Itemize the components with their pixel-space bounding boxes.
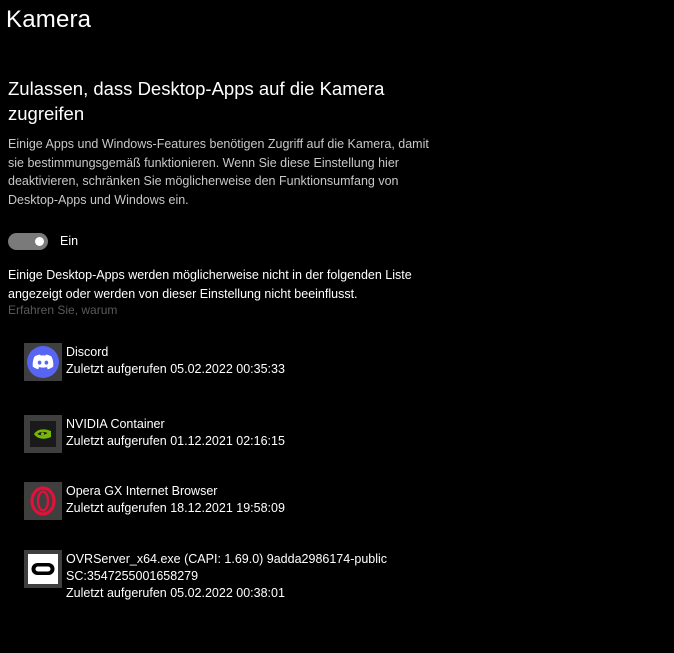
app-last-access: Zuletzt aufgerufen 18.12.2021 19:58:09 — [66, 501, 285, 515]
app-sub: SC:3547255001658279 — [66, 569, 199, 583]
opera-gx-icon — [24, 482, 62, 520]
toggle-state-label: Ein — [60, 234, 79, 248]
section-heading: Zulassen, dass Desktop-Apps auf die Kame… — [8, 78, 385, 124]
toggle-knob — [35, 236, 44, 246]
section-description: Einige Apps und Windows-Features benötig… — [8, 137, 429, 207]
app-text: Discord Zuletzt aufgerufen 05.02.2022 00… — [66, 343, 285, 378]
nvidia-icon — [24, 415, 62, 453]
app-name: OVRServer_x64.exe (CAPI: 1.69.0) 9adda29… — [66, 552, 388, 566]
app-text: Opera GX Internet Browser Zuletzt aufger… — [66, 482, 285, 517]
list-item: Opera GX Internet Browser Zuletzt aufger… — [24, 482, 285, 520]
app-last-access: Zuletzt aufgerufen 05.02.2022 00:35:33 — [66, 362, 285, 376]
discord-icon — [24, 343, 62, 381]
desktop-apps-camera-toggle[interactable] — [8, 232, 48, 250]
list-item: NVIDIA Container Zuletzt aufgerufen 01.1… — [24, 415, 285, 453]
app-name: NVIDIA Container — [66, 417, 165, 431]
list-note: Einige Desktop-Apps werden möglicherweis… — [8, 268, 412, 301]
app-last-access: Zuletzt aufgerufen 01.12.2021 02:16:15 — [66, 434, 285, 448]
app-text: NVIDIA Container Zuletzt aufgerufen 01.1… — [66, 415, 285, 450]
app-text: OVRServer_x64.exe (CAPI: 1.69.0) 9adda29… — [66, 550, 387, 602]
list-item: Discord Zuletzt aufgerufen 05.02.2022 00… — [24, 343, 285, 381]
desktop-apps-camera-toggle-row[interactable]: Ein — [8, 231, 78, 251]
app-name: Discord — [66, 345, 109, 359]
learn-why-link[interactable]: Erfahren Sie, warum — [8, 303, 117, 317]
app-last-access: Zuletzt aufgerufen 05.02.2022 00:38:01 — [66, 586, 285, 600]
page-title: Kamera — [6, 6, 92, 33]
list-item: OVRServer_x64.exe (CAPI: 1.69.0) 9adda29… — [24, 550, 387, 602]
oculus-icon — [24, 550, 62, 588]
app-name: Opera GX Internet Browser — [66, 484, 218, 498]
